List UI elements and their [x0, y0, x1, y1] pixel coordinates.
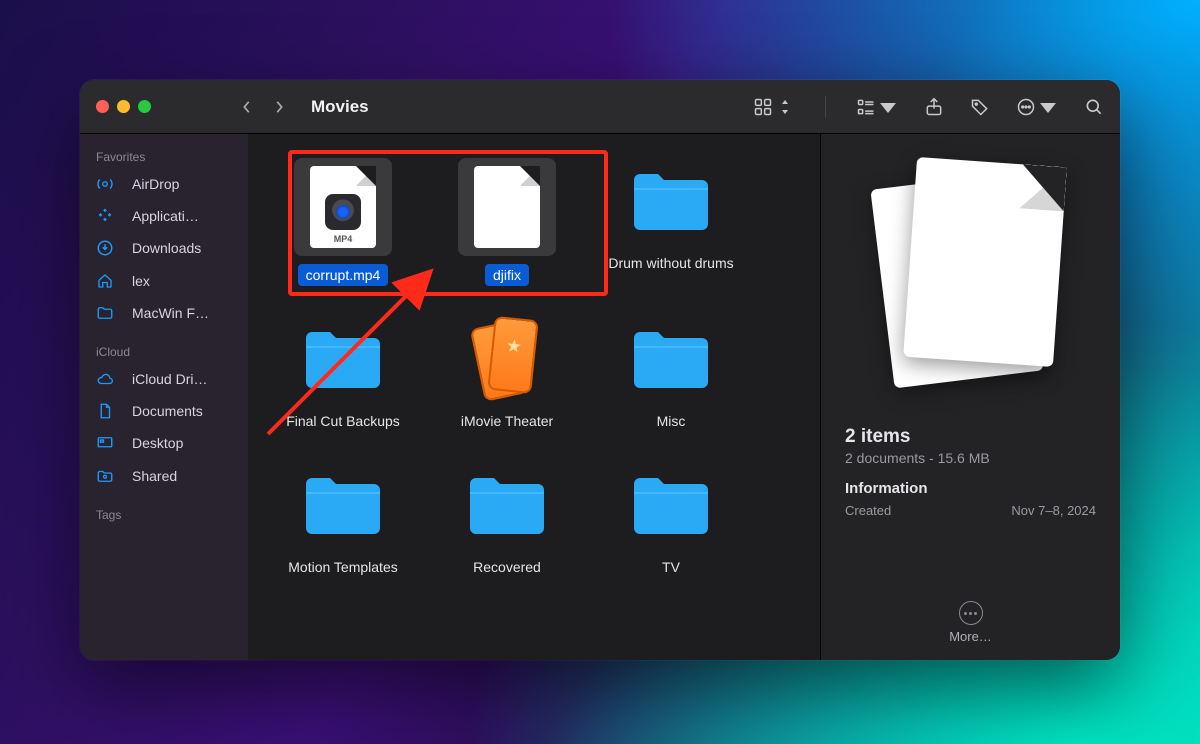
folder-icon — [628, 462, 714, 548]
downloads-icon — [96, 239, 114, 257]
folder-icon — [464, 462, 550, 548]
folder-item-fcp-backups[interactable]: Final Cut Backups — [268, 316, 418, 432]
share-button[interactable] — [924, 97, 944, 117]
ellipsis-circle-icon — [959, 601, 983, 625]
document-icon — [96, 402, 114, 420]
sidebar-item-macwin[interactable]: MacWin F… — [80, 297, 248, 329]
folder-icon — [96, 304, 114, 322]
sidebar-item-airdrop[interactable]: AirDrop — [80, 168, 248, 200]
sidebar-item-downloads[interactable]: Downloads — [80, 232, 248, 264]
folder-icon — [300, 316, 386, 402]
folder-item-drum[interactable]: Drum without drums — [596, 158, 746, 286]
file-label: TV — [654, 556, 688, 578]
file-label: djifix — [485, 264, 529, 286]
search-button[interactable] — [1084, 97, 1104, 117]
folder-item-motion-templates[interactable]: Motion Templates — [268, 462, 418, 578]
folder-item-misc[interactable]: Misc — [596, 316, 746, 432]
cloud-icon — [96, 370, 114, 388]
preview-title: 2 items — [845, 426, 1096, 448]
sidebar-item-shared[interactable]: Shared — [80, 460, 248, 492]
close-button[interactable] — [96, 100, 109, 113]
file-grid-area[interactable]: MP4 corrupt.mp4 djifix Drum without drum… — [248, 134, 820, 660]
actions-button[interactable] — [1016, 97, 1058, 117]
finder-window: Movies — [80, 80, 1120, 660]
preview-more-button[interactable]: More… — [949, 601, 992, 648]
traffic-lights — [96, 100, 151, 113]
file-label: Recovered — [465, 556, 549, 578]
sidebar-section-favorites: Favorites — [80, 144, 248, 168]
folder-item-imovie-theater[interactable]: iMovie Theater — [432, 316, 582, 432]
file-label: Final Cut Backups — [278, 410, 408, 432]
preview-thumbnail-stack — [876, 156, 1066, 406]
sidebar-section-icloud: iCloud — [80, 339, 248, 363]
folder-item-recovered[interactable]: Recovered — [432, 462, 582, 578]
maximize-button[interactable] — [138, 100, 151, 113]
airdrop-icon — [96, 175, 114, 193]
group-by-button[interactable] — [856, 97, 898, 117]
file-label: Motion Templates — [280, 556, 405, 578]
view-icons-button[interactable] — [753, 97, 795, 117]
file-label: corrupt.mp4 — [298, 264, 389, 286]
sidebar-item-documents[interactable]: Documents — [80, 395, 248, 427]
imovie-theater-icon — [464, 316, 550, 402]
home-icon — [96, 272, 114, 290]
sidebar-item-desktop[interactable]: Desktop — [80, 427, 248, 459]
tags-button[interactable] — [970, 97, 990, 117]
preview-created-row: Created Nov 7–8, 2024 — [845, 503, 1096, 518]
folder-icon — [300, 462, 386, 548]
applications-icon — [96, 207, 114, 225]
preview-subtitle: 2 documents - 15.6 MB — [845, 450, 1096, 466]
shared-icon — [96, 467, 114, 485]
sidebar-item-home[interactable]: lex — [80, 265, 248, 297]
desktop-icon — [96, 434, 114, 452]
sidebar-section-tags: Tags — [80, 502, 248, 526]
titlebar: Movies — [80, 80, 1120, 134]
preview-info-heading: Information — [845, 480, 1096, 497]
file-item-djifix[interactable]: djifix — [432, 158, 582, 286]
window-title: Movies — [311, 97, 369, 117]
file-item-corrupt-mp4[interactable]: MP4 corrupt.mp4 — [268, 158, 418, 286]
forward-button[interactable] — [265, 93, 293, 121]
quicktime-icon — [325, 194, 361, 230]
back-button[interactable] — [233, 93, 261, 121]
toolbar-separator — [825, 96, 826, 118]
file-label: Drum without drums — [600, 252, 741, 274]
file-label: iMovie Theater — [453, 410, 561, 432]
sidebar: Favorites AirDrop Applicati… Downloads l… — [80, 134, 248, 660]
sidebar-item-icloud-drive[interactable]: iCloud Dri… — [80, 363, 248, 395]
file-label: Misc — [649, 410, 694, 432]
folder-item-tv[interactable]: TV — [596, 462, 746, 578]
folder-icon — [628, 158, 714, 244]
preview-pane: 2 items 2 documents - 15.6 MB Informatio… — [820, 134, 1120, 660]
sidebar-item-applications[interactable]: Applicati… — [80, 200, 248, 232]
minimize-button[interactable] — [117, 100, 130, 113]
folder-icon — [628, 316, 714, 402]
